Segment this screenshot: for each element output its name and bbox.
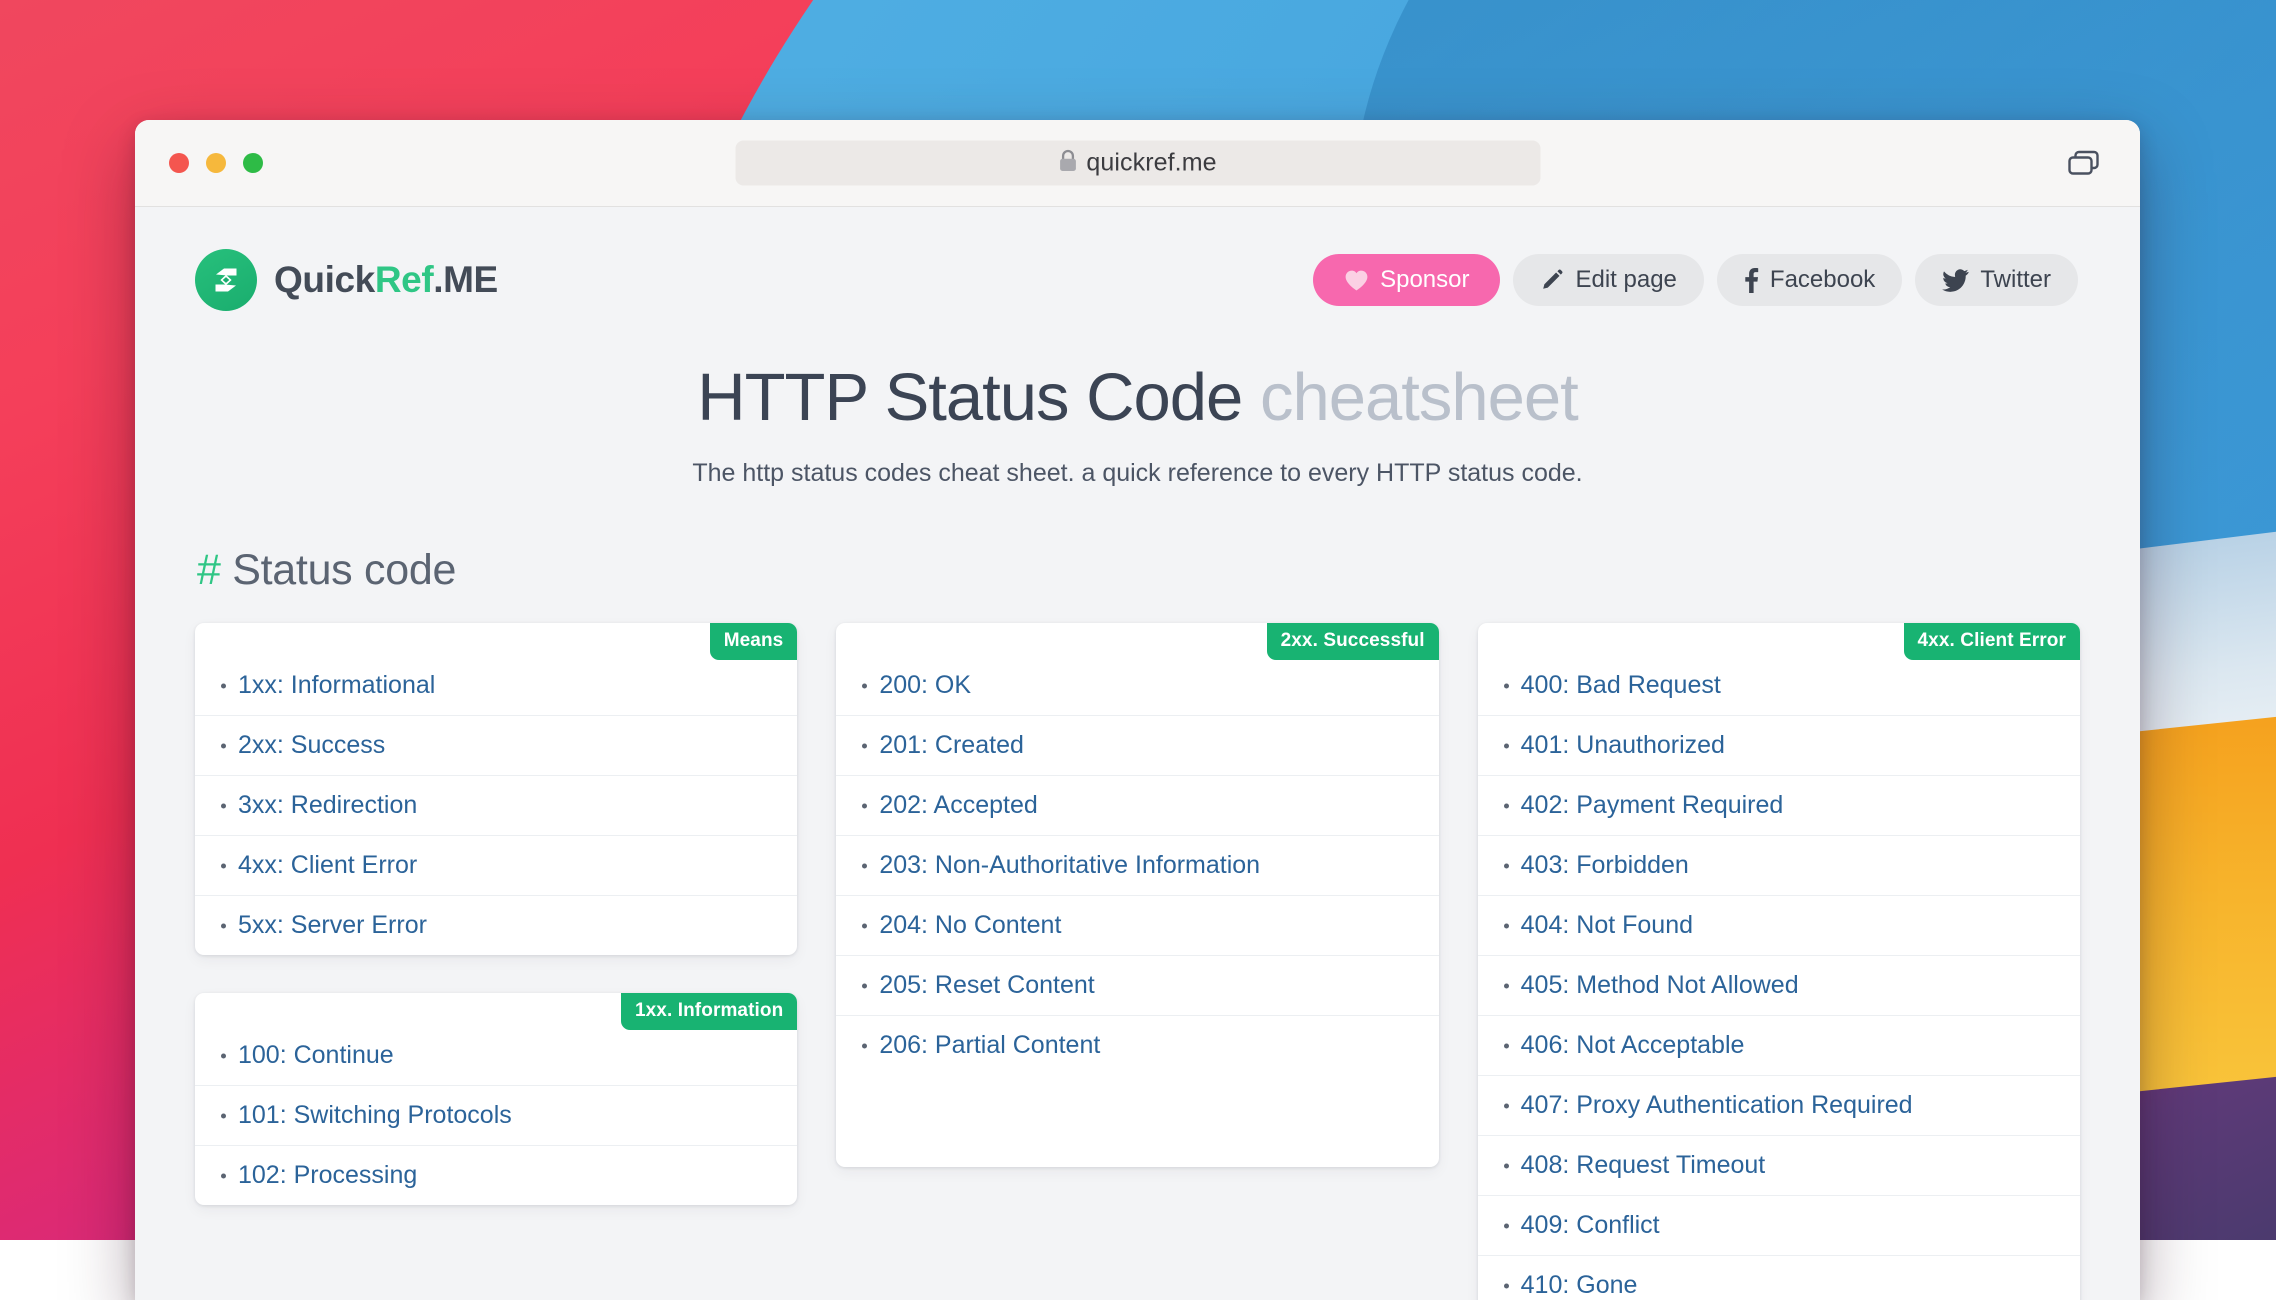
list-item[interactable]: 102: Processing xyxy=(195,1146,797,1205)
hero: HTTP Status Code cheatsheet The http sta… xyxy=(135,311,2140,488)
cheatsheet-grid: Means 1xx: Informational 2xx: Success 3x… xyxy=(195,623,2080,1300)
list-item[interactable]: 200: OK xyxy=(836,656,1438,716)
pencil-icon xyxy=(1540,268,1564,292)
list-item[interactable]: 405: Method Not Allowed xyxy=(1478,956,2080,1016)
section-title: Status code xyxy=(232,546,456,594)
sponsor-button-label: Sponsor xyxy=(1380,266,1469,294)
list-item[interactable]: 205: Reset Content xyxy=(836,956,1438,1016)
list-item[interactable]: 3xx: Redirection xyxy=(195,776,797,836)
window-controls xyxy=(169,153,263,173)
card-list: 400: Bad Request 401: Unauthorized 402: … xyxy=(1478,656,2080,1300)
site-header: QuickRef.ME Sponsor xyxy=(135,207,2140,311)
card-list: 200: OK 201: Created 202: Accepted 203: … xyxy=(836,656,1438,1075)
list-item[interactable]: 407: Proxy Authentication Required xyxy=(1478,1076,2080,1136)
facebook-button[interactable]: Facebook xyxy=(1717,254,1902,306)
edit-page-button-label: Edit page xyxy=(1575,266,1676,294)
list-item[interactable]: 408: Request Timeout xyxy=(1478,1136,2080,1196)
grid-column-3: 4xx. Client Error 400: Bad Request 401: … xyxy=(1478,623,2080,1300)
card-list: 100: Continue 101: Switching Protocols 1… xyxy=(195,1026,797,1205)
address-bar[interactable]: quickref.me xyxy=(735,141,1540,186)
tabs-icon[interactable] xyxy=(2064,143,2104,183)
list-item[interactable]: 409: Conflict xyxy=(1478,1196,2080,1256)
list-item[interactable]: 1xx: Informational xyxy=(195,656,797,716)
card-1xx-information: 1xx. Information 100: Continue 101: Swit… xyxy=(195,993,797,1205)
page-description: The http status codes cheat sheet. a qui… xyxy=(135,459,2140,488)
list-item[interactable]: 203: Non-Authoritative Information xyxy=(836,836,1438,896)
card-means: Means 1xx: Informational 2xx: Success 3x… xyxy=(195,623,797,955)
page-content: QuickRef.ME Sponsor xyxy=(135,207,2140,1300)
list-item[interactable]: 404: Not Found xyxy=(1478,896,2080,956)
list-item[interactable]: 401: Unauthorized xyxy=(1478,716,2080,776)
list-item[interactable]: 206: Partial Content xyxy=(836,1016,1438,1075)
quickref-logo-icon xyxy=(195,249,257,311)
brand-name: QuickRef.ME xyxy=(274,259,498,301)
list-item[interactable]: 101: Switching Protocols xyxy=(195,1086,797,1146)
lock-icon xyxy=(1058,149,1077,177)
brand-name-part2: Ref xyxy=(375,259,433,300)
section-heading: # Status code xyxy=(197,546,2140,595)
browser-window: quickref.me QuickRef.ME xyxy=(135,120,2140,1300)
sponsor-button[interactable]: Sponsor xyxy=(1313,254,1500,306)
url-text: quickref.me xyxy=(1086,149,1216,178)
list-item[interactable]: 202: Accepted xyxy=(836,776,1438,836)
grid-column-2: 2xx. Successful 200: OK 201: Created 202… xyxy=(836,623,1438,1167)
twitter-button[interactable]: Twitter xyxy=(1915,254,2078,306)
list-item[interactable]: 402: Payment Required xyxy=(1478,776,2080,836)
brand-name-part3: .ME xyxy=(433,259,498,300)
list-item[interactable]: 410: Gone xyxy=(1478,1256,2080,1300)
edit-page-button[interactable]: Edit page xyxy=(1513,254,1703,306)
twitter-icon xyxy=(1942,269,1969,292)
facebook-button-label: Facebook xyxy=(1770,266,1875,294)
card-badge: Means xyxy=(710,623,798,660)
list-item[interactable]: 5xx: Server Error xyxy=(195,896,797,955)
close-window-button[interactable] xyxy=(169,153,189,173)
grid-column-1: Means 1xx: Informational 2xx: Success 3x… xyxy=(195,623,797,1205)
list-item[interactable]: 406: Not Acceptable xyxy=(1478,1016,2080,1076)
maximize-window-button[interactable] xyxy=(243,153,263,173)
card-2xx-successful: 2xx. Successful 200: OK 201: Created 202… xyxy=(836,623,1438,1167)
card-badge: 4xx. Client Error xyxy=(1904,623,2080,660)
list-item[interactable]: 2xx: Success xyxy=(195,716,797,776)
header-actions: Sponsor Edit page xyxy=(1313,254,2078,306)
facebook-icon xyxy=(1744,268,1759,293)
brand[interactable]: QuickRef.ME xyxy=(195,249,498,311)
page-title: HTTP Status Code cheatsheet xyxy=(135,363,2140,433)
list-item[interactable]: 403: Forbidden xyxy=(1478,836,2080,896)
browser-titlebar: quickref.me xyxy=(135,120,2140,207)
page-title-main: HTTP Status Code xyxy=(697,360,1242,435)
list-item[interactable]: 100: Continue xyxy=(195,1026,797,1086)
heart-icon xyxy=(1344,269,1369,292)
list-item[interactable]: 400: Bad Request xyxy=(1478,656,2080,716)
card-list: 1xx: Informational 2xx: Success 3xx: Red… xyxy=(195,656,797,955)
card-4xx-client-error: 4xx. Client Error 400: Bad Request 401: … xyxy=(1478,623,2080,1300)
list-item[interactable]: 4xx: Client Error xyxy=(195,836,797,896)
minimize-window-button[interactable] xyxy=(206,153,226,173)
brand-name-part1: Quick xyxy=(274,259,375,300)
twitter-button-label: Twitter xyxy=(1980,266,2051,294)
card-badge: 2xx. Successful xyxy=(1267,623,1439,660)
section-hash: # xyxy=(197,546,221,594)
list-item[interactable]: 201: Created xyxy=(836,716,1438,776)
card-badge: 1xx. Information xyxy=(621,993,797,1030)
page-title-sub: cheatsheet xyxy=(1260,360,1578,435)
list-item[interactable]: 204: No Content xyxy=(836,896,1438,956)
